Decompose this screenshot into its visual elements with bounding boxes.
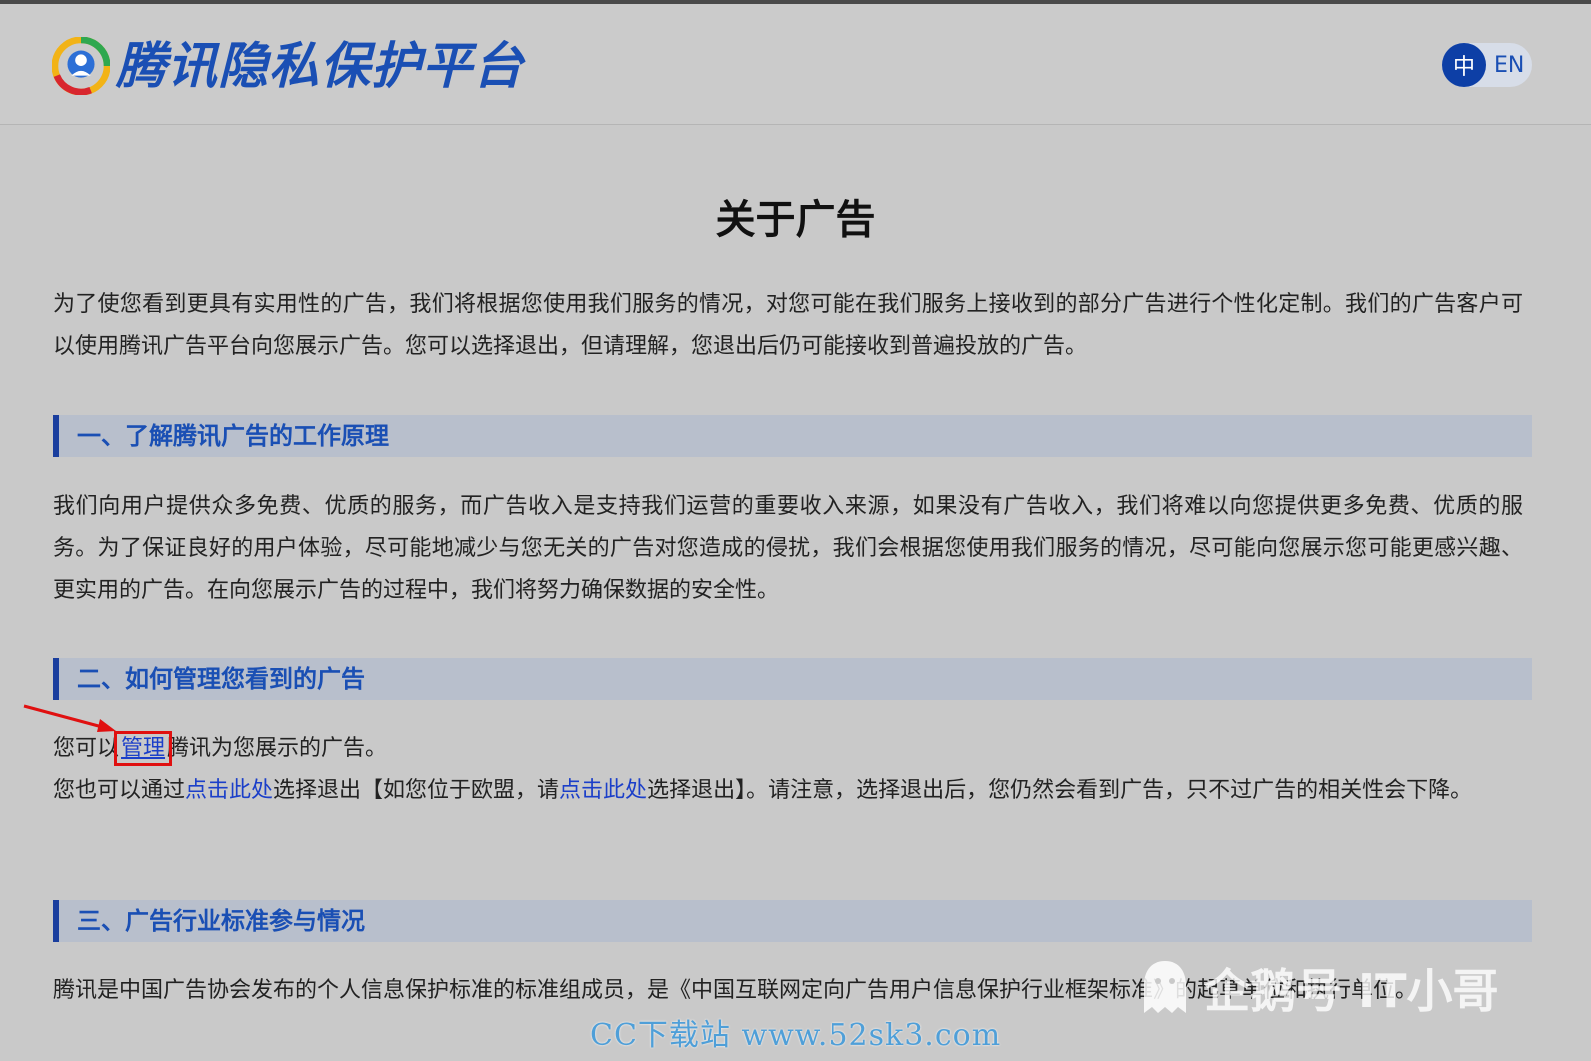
section-title-3: 三、广告行业标准参与情况 <box>77 907 365 935</box>
section-heading-1: 一、了解腾讯广告的工作原理 <box>53 415 1532 457</box>
section-heading-3: 三、广告行业标准参与情况 <box>53 900 1532 942</box>
optout-text-a: 您也可以通过 <box>53 778 186 803</box>
lang-zh-button[interactable]: 中 <box>1442 43 1486 87</box>
optout-text-c: 选择退出】。请注意，选择退出后，您仍然会看到广告，只不过广告的相关性会下降。 <box>647 778 1473 803</box>
optout-link[interactable]: 点击此处 <box>185 778 273 803</box>
section-title-1: 一、了解腾讯广告的工作原理 <box>77 422 389 450</box>
page-title: 关于广告 <box>715 197 876 243</box>
intro-paragraph: 为了使您看到更具有实用性的广告，我们将根据您使用我们服务的情况，对您可能在我们服… <box>53 292 1523 359</box>
eu-optout-link[interactable]: 点击此处 <box>559 778 647 803</box>
site-header: 腾讯隐私保护平台 中 EN <box>0 4 1591 125</box>
wechat-watermark-text: 企鹅号 IT小哥 <box>1204 964 1499 1018</box>
manage-prefix: 您可以 <box>53 736 120 761</box>
lang-en-button[interactable]: EN <box>1494 53 1524 78</box>
site-name: 腾讯隐私保护平台 <box>116 37 524 95</box>
manage-ads-link[interactable]: 管理 <box>114 731 173 766</box>
section-2-line-2: 您也可以通过点击此处选择退出【如您位于欧盟，请点击此处选择退出】。请注意，选择退… <box>53 770 1523 812</box>
tencent-logo-icon <box>52 37 110 95</box>
site-logo[interactable]: 腾讯隐私保护平台 <box>52 34 524 98</box>
wechat-watermark: 企鹅号 IT小哥 <box>1140 958 1499 1018</box>
section-1-body: 我们向用户提供众多免费、优质的服务，而广告收入是支持我们运营的重要收入来源，如果… <box>53 494 1523 603</box>
language-switch[interactable]: 中 EN <box>1442 43 1532 87</box>
section-2-line-1: 您可以管理腾讯为您展示的广告。 <box>53 728 1523 770</box>
optout-text-b: 选择退出【如您位于欧盟，请 <box>273 778 560 803</box>
penguin-ghost-icon <box>1144 961 1186 1013</box>
section-heading-2: 二、如何管理您看到的广告 <box>53 658 1532 700</box>
manage-suffix: 腾讯为您展示的广告。 <box>167 736 388 761</box>
section-title-2: 二、如何管理您看到的广告 <box>77 665 365 693</box>
site-watermark: CC下载站 www.52sk3.com <box>590 1018 1002 1053</box>
